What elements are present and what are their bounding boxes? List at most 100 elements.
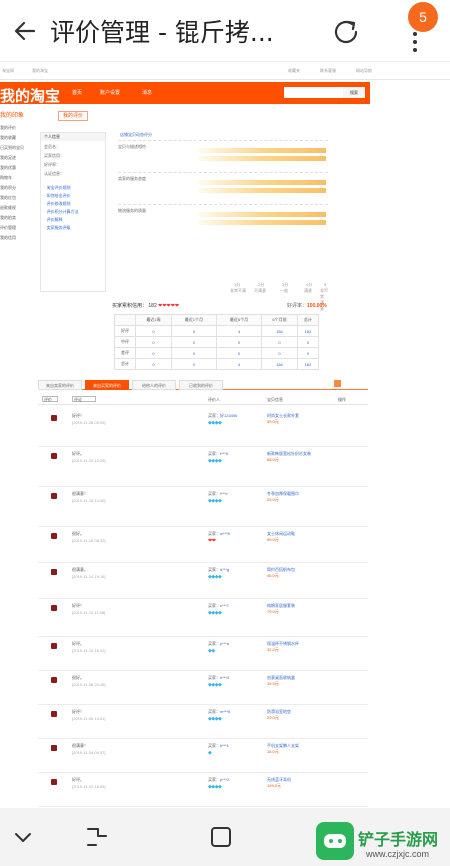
item-link[interactable]: 保温杯不锈钢水杯	[267, 641, 299, 646]
sidebar-item[interactable]: 评价管理	[0, 225, 34, 235]
stats-cell[interactable]: 0	[170, 325, 217, 337]
stats-cell[interactable]: 0	[170, 347, 217, 359]
nav-messages[interactable]: 消息	[142, 89, 152, 96]
profile-row: 认证信息：	[44, 171, 64, 176]
web-content[interactable]: 淘宝网 我的淘宝 收藏夹 联系客服 网站导航 我的淘宝 首页 账户设置 消息 搜…	[0, 62, 450, 808]
buyer-name-link[interactable]: d***g	[220, 567, 229, 572]
item-link[interactable]: 新款韩版宽松针织衫女装	[267, 451, 311, 456]
tab-received[interactable]: 已收到的评价	[179, 380, 223, 390]
stats-cell[interactable]: 182	[296, 325, 320, 337]
item-link[interactable]: 创意桌面收纳盒	[267, 675, 295, 680]
help-link[interactable]: · 如何给出评价	[41, 191, 105, 199]
sidebar-item[interactable]: 我的红包	[0, 195, 34, 205]
sidebar-item[interactable]: 我的信用	[0, 235, 34, 245]
stats-cell[interactable]: 182	[296, 358, 320, 370]
buyer-name-link[interactable]: m***6	[220, 709, 230, 714]
stats-cell[interactable]: 0	[296, 336, 320, 348]
buyer-name-link[interactable]: p***2	[220, 777, 229, 782]
refresh-button[interactable]	[326, 12, 366, 52]
sidebar-item[interactable]: 我的拍卖	[0, 215, 34, 225]
stats-cell[interactable]: 0	[170, 336, 217, 348]
review-buyer: 买家：p***2 ◆◆◆◆	[208, 777, 270, 790]
stats-cell[interactable]: 0	[135, 336, 172, 348]
help-link[interactable]: · 淘宝评价规则	[41, 183, 105, 191]
buyer-name-link[interactable]: l***x	[220, 491, 228, 496]
top-link[interactable]: 淘宝网	[2, 68, 14, 74]
item-price: 129.0元	[267, 782, 282, 788]
sidebar-item[interactable]: 我的收藏	[0, 135, 34, 145]
stats-cell[interactable]: 0	[261, 336, 298, 348]
item-link[interactable]: 时尚女士长款外套	[267, 413, 299, 418]
stats-cell[interactable]: 0	[215, 336, 263, 348]
sidebar-item[interactable]: 我的优惠	[0, 165, 34, 175]
tab-to-others[interactable]: 给他人的评价	[132, 380, 176, 390]
rating-label: 宝贝与描述相符	[118, 144, 146, 149]
top-link[interactable]: 我的淘宝	[32, 68, 48, 74]
notification-badge[interactable]: 5	[408, 2, 438, 32]
tab-from-buyers[interactable]: 来自买家的评价	[85, 380, 129, 390]
stats-cell[interactable]: 184	[261, 325, 298, 337]
buyer-name-link[interactable]: c***7	[220, 603, 229, 608]
sidebar-item[interactable]: 我的足迹	[0, 155, 34, 165]
stats-row: 中评 0 0 0 0 0	[113, 336, 320, 348]
stats-cell[interactable]: 0	[296, 347, 320, 359]
item-link[interactable]: 女士休闲运动鞋	[267, 531, 295, 536]
stats-cell[interactable]: 0	[261, 347, 298, 359]
sidebar-item[interactable]: 购物车	[0, 175, 34, 185]
top-link[interactable]: 收藏夹	[288, 68, 300, 74]
review-date: [2019-11-12 11:08]	[72, 610, 106, 615]
buyer-level-icon: ◆◆◆◆	[208, 610, 222, 616]
buyer-level-icon: ◆◆◆◆	[208, 498, 222, 504]
nav-home[interactable]: 首页	[72, 89, 82, 96]
help-link[interactable]: · 评价修改规则	[41, 199, 105, 207]
buyer-name-link[interactable]: y***a	[220, 641, 229, 646]
buyer-name-link[interactable]: w***8	[220, 531, 230, 536]
item-link[interactable]: 防滑浴室地垫	[267, 709, 291, 714]
item-link[interactable]: 简约百搭帆布包	[267, 567, 295, 572]
tab-my-reviews[interactable]: 我的评价	[58, 111, 88, 121]
nav-back-button[interactable]	[52, 808, 142, 866]
help-link[interactable]: · 评价积分计算方法	[41, 207, 105, 215]
buyer-name-link[interactable]: 好123456	[220, 413, 237, 418]
sidebar-item[interactable]: 退款维权	[0, 205, 34, 215]
back-arrow-icon	[14, 21, 36, 40]
filter-select[interactable]: 评价	[42, 396, 58, 402]
nav-home-button[interactable]	[176, 808, 266, 866]
top-link[interactable]: 网站导航	[356, 68, 372, 74]
review-content: 好评。 [2019-11-20 10:25]	[72, 451, 206, 464]
stats-header: 最近1周	[135, 314, 172, 326]
buyer-name-link[interactable]: h***3	[220, 675, 229, 680]
item-link[interactable]: 冬季加厚保暖围巾	[267, 491, 299, 496]
back-button[interactable]	[0, 0, 50, 62]
help-link[interactable]: · 卖家服务评级	[41, 223, 105, 231]
item-link[interactable]: 纯棉家居服套装	[267, 603, 295, 608]
col-header-buyer: 评价人	[208, 397, 220, 402]
item-price: 68.0元	[267, 456, 279, 462]
stats-cell[interactable]: 0	[135, 325, 172, 337]
site-logo[interactable]: 我的淘宝	[0, 85, 60, 106]
buyer-level-icon: ◆◆◆◆	[208, 420, 222, 426]
item-link[interactable]: 无线蓝牙耳机	[267, 777, 291, 782]
sidebar-item[interactable]: 已买到的宝贝	[0, 145, 34, 155]
stats-cell[interactable]: 0	[170, 358, 217, 370]
stats-cell[interactable]: 4	[215, 325, 263, 337]
filter-select[interactable]: 评论	[72, 396, 96, 402]
stats-cell[interactable]: 184	[261, 358, 298, 370]
site-search-button[interactable]: 搜索	[343, 87, 365, 98]
stats-cell[interactable]: 4	[215, 358, 263, 370]
stats-cell[interactable]: 0	[135, 347, 172, 359]
tab-from-sellers[interactable]: 来自卖家的评价	[38, 380, 82, 390]
help-link[interactable]: · 评价解释	[41, 215, 105, 223]
sidebar-item[interactable]: 我的评价	[0, 125, 34, 135]
item-link[interactable]: 手机支架懒人支架	[267, 743, 299, 748]
buyer-name-link[interactable]: t***5	[220, 451, 228, 456]
sidebar-item[interactable]: 我的积分	[0, 185, 34, 195]
nav-account[interactable]: 账户设置	[100, 89, 120, 96]
site-search-input[interactable]	[284, 87, 352, 98]
stats-cell[interactable]: 0	[215, 347, 263, 359]
buyer-name-link[interactable]: k***1	[220, 743, 229, 748]
rate-value: 100.00%	[307, 303, 327, 309]
rss-icon[interactable]	[334, 380, 341, 387]
stats-cell[interactable]: 0	[135, 358, 172, 370]
top-link[interactable]: 联系客服	[320, 68, 336, 74]
